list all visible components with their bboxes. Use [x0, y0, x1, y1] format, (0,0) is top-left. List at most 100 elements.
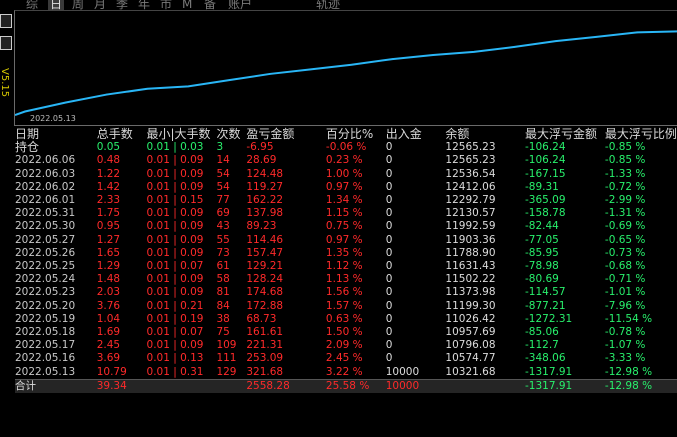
table-row[interactable]: 2022.05.16 3.69 0.01 | 0.13 111 253.09 2.45 %… — [15, 352, 677, 365]
cell-inout: 0 — [385, 260, 393, 273]
cell-minmax: 0.01 | 0.09 — [146, 180, 204, 193]
cell-minmax: 0.01 | 0.09 — [146, 220, 204, 233]
column-header[interactable]: 次数 — [216, 127, 246, 141]
cell-count: 109 — [216, 339, 237, 352]
cell-maxdd: -106.24 — [525, 141, 566, 154]
table-row[interactable]: 2022.05.13 10.79 0.01 | 0.31 129 321.68 3.22 … — [15, 366, 677, 380]
cell-maxdd_pct: -12.98 % — [604, 378, 677, 394]
cell-maxdd: -1317.91 — [525, 378, 605, 394]
table-row[interactable]: 2022.05.26 1.65 0.01 | 0.09 73 157.47 1.35 % 0… — [15, 247, 677, 260]
table-row[interactable]: 2022.06.02 1.42 0.01 | 0.09 54 119.27 0.97 % 0… — [15, 181, 677, 194]
cell-pct: 1.00 % — [325, 167, 363, 180]
cell-minmax: 0.01 | 0.03 — [146, 141, 204, 154]
table-row[interactable]: 2022.06.06 0.48 0.01 | 0.09 14 28.69 0.23 % 0 1… — [15, 154, 677, 167]
cell-lots: 0.05 — [96, 141, 121, 154]
table-row[interactable]: 2022.05.18 1.69 0.01 | 0.07 75 161.61 1.50 % 0… — [15, 326, 677, 339]
table-row[interactable]: 2022.05.23 2.03 0.01 | 0.09 81 174.68 1.56 % 0… — [15, 286, 677, 299]
column-header[interactable]: 总手数 — [97, 127, 147, 141]
cell-count: 54 — [216, 180, 230, 193]
cell-pct: 1.13 % — [325, 273, 363, 286]
cell-maxdd_pct: -0.78 % — [604, 326, 646, 339]
cell-maxdd: -78.98 — [525, 260, 559, 273]
cell-pct: 0.63 % — [325, 312, 363, 325]
table-row[interactable]: 2022.05.27 1.27 0.01 | 0.09 55 114.46 0.97 % 0… — [15, 234, 677, 247]
table-row[interactable]: 2022.05.24 1.48 0.01 | 0.09 58 128.24 1.13 % 0… — [15, 273, 677, 286]
chart-start-date: 2022.05.13 — [30, 114, 76, 123]
cell-count: 75 — [216, 326, 230, 339]
cell-minmax: 0.01 | 0.09 — [146, 246, 204, 259]
cell-balance: 12536.54 — [445, 167, 496, 180]
cell-lots: 1.42 — [96, 180, 121, 193]
cell-maxdd_pct: -0.71 % — [604, 273, 646, 286]
cell-date: 2022.05.26 — [15, 246, 76, 259]
cell-pct: 1.50 % — [325, 326, 363, 339]
table-row[interactable]: 2022.06.03 1.22 0.01 | 0.09 54 124.48 1.00 % 0… — [15, 168, 677, 181]
cell-lots: 0.95 — [96, 220, 121, 233]
table-header-row: 日期 总手数 最小|大手数 次数 盈亏金额 百分比% 出入金 余额 最大浮亏金额 最大浮亏比例 — [15, 127, 677, 141]
cell-maxdd: -365.09 — [525, 194, 566, 207]
table-row[interactable]: 2022.05.31 1.75 0.01 | 0.09 69 137.98 1.15 % 0… — [15, 207, 677, 220]
column-header[interactable]: 最小|大手数 — [147, 127, 217, 141]
cell-maxdd_pct: -1.33 % — [604, 167, 646, 180]
cell-count: 61 — [216, 260, 230, 273]
cell-balance: 12292.79 — [445, 194, 496, 207]
cell-maxdd_pct: -0.68 % — [604, 260, 646, 273]
cell-date: 2022.05.17 — [15, 339, 76, 352]
cell-pnl: 68.73 — [246, 312, 277, 325]
cell-balance: 11373.98 — [445, 286, 496, 299]
cell-date: 2022.05.16 — [15, 352, 76, 365]
cell-date: 2022.05.23 — [15, 286, 76, 299]
column-header[interactable]: 出入金 — [386, 127, 446, 141]
cell-maxdd: -85.06 — [525, 326, 559, 339]
cell-lots: 2.33 — [96, 194, 121, 207]
cell-maxdd: -112.7 — [525, 339, 559, 352]
table-row[interactable]: 2022.05.19 1.04 0.01 | 0.19 38 68.73 0.63 % 0 1… — [15, 313, 677, 326]
cell-pnl: 321.68 — [246, 365, 284, 378]
cell-lots: 1.48 — [96, 273, 121, 286]
equity-point — [473, 51, 475, 53]
cell-maxdd: -106.24 — [525, 154, 566, 167]
cell-lots: 2.45 — [96, 339, 121, 352]
cell-pnl: 89.23 — [246, 220, 277, 233]
cell-pnl: 253.09 — [246, 352, 284, 365]
column-header[interactable]: 最大浮亏比例 — [605, 127, 677, 141]
table-row[interactable]: 2022.05.25 1.29 0.01 | 0.07 61 129.21 1.12 % 0… — [15, 260, 677, 273]
table-row[interactable]: 2022.05.30 0.95 0.01 | 0.09 43 89.23 0.75 % 0 1… — [15, 220, 677, 233]
side-toggle-box[interactable] — [0, 36, 12, 50]
cell-lots: 1.75 — [96, 207, 121, 220]
table-row[interactable]: 持仓 0.05 0.01 | 0.03 3 -6.95 -0.06 % 0 12565.23 -… — [15, 141, 677, 154]
cell-balance: 11631.43 — [445, 260, 496, 273]
equity-point — [187, 85, 190, 88]
cell-pct: 1.56 % — [325, 286, 363, 299]
table-row[interactable]: 2022.05.17 2.45 0.01 | 0.09 109 221.31 2.09 %… — [15, 339, 677, 352]
column-header[interactable]: 余额 — [445, 127, 525, 141]
cell-maxdd_pct: -7.96 % — [604, 299, 646, 312]
cell-maxdd: -1317.91 — [525, 365, 573, 378]
cell-pnl: 137.98 — [246, 207, 284, 220]
cell-pct: 3.22 % — [325, 365, 363, 378]
cell-minmax: 0.01 | 0.07 — [146, 260, 204, 273]
cell-pct: 2.09 % — [325, 339, 363, 352]
cell-balance: 11992.59 — [445, 220, 496, 233]
table-row[interactable]: 合计 39.34 2558.28 25.58 % 10000 -1317.91 -12.98… — [15, 378, 677, 394]
cell-date: 2022.05.20 — [15, 299, 76, 312]
cell-inout: 0 — [385, 246, 393, 259]
cell-pnl: 161.61 — [246, 326, 284, 339]
column-header[interactable]: 盈亏金额 — [246, 127, 326, 141]
table-row[interactable]: 2022.05.20 3.76 0.01 | 0.21 84 172.88 1.57 % 0… — [15, 300, 677, 313]
cell-count: 43 — [216, 220, 230, 233]
column-header[interactable]: 百分比% — [326, 127, 386, 141]
cell-count: 54 — [216, 167, 230, 180]
cell-inout: 0 — [385, 180, 393, 193]
table-row[interactable]: 2022.06.01 2.33 0.01 | 0.15 77 162.22 1.34 % 0… — [15, 194, 677, 207]
equity-point — [105, 93, 108, 96]
cell-inout: 0 — [385, 194, 393, 207]
cell-maxdd_pct: -0.73 % — [604, 246, 646, 259]
cell-pnl: 172.88 — [246, 299, 284, 312]
side-toggle-box[interactable] — [0, 14, 12, 28]
column-header[interactable]: 最大浮亏金额 — [525, 127, 605, 141]
cell-minmax: 0.01 | 0.21 — [146, 299, 204, 312]
equity-point — [554, 40, 557, 42]
cell-count: 111 — [216, 352, 237, 365]
cell-balance: 11502.22 — [445, 273, 496, 286]
